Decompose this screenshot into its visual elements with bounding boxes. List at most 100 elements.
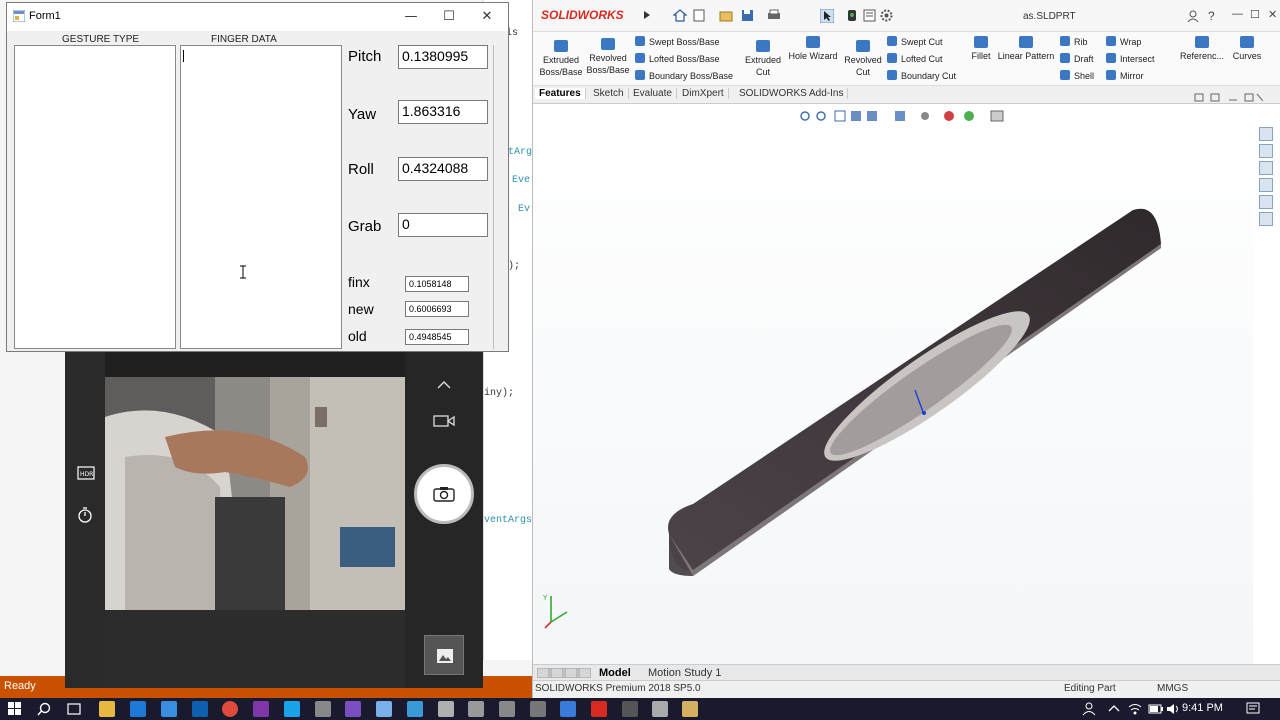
- video-icon[interactable]: [433, 414, 455, 428]
- finger-data-textbox[interactable]: [180, 45, 342, 349]
- reference-geometry-button[interactable]: Referenc...: [1177, 36, 1227, 62]
- timer-icon[interactable]: [77, 506, 95, 524]
- select-icon[interactable]: [820, 9, 834, 23]
- app-icon-d[interactable]: [468, 701, 484, 717]
- swept-boss-button[interactable]: Swept Boss/Base: [635, 36, 720, 47]
- wrap-button[interactable]: Wrap: [1106, 36, 1141, 47]
- app-icon-a[interactable]: [376, 701, 392, 717]
- open-folder-icon[interactable]: [719, 9, 733, 22]
- revolved-boss-button[interactable]: Revolved Boss/Base: [585, 38, 631, 76]
- yaw-field[interactable]: 1.863316: [398, 100, 488, 124]
- view-window-controls[interactable]: [1193, 92, 1263, 104]
- curves-button[interactable]: Curves: [1227, 36, 1267, 62]
- draft-button[interactable]: Draft: [1060, 53, 1094, 64]
- home-icon[interactable]: [673, 9, 687, 22]
- tab-evaluate[interactable]: Evaluate: [629, 88, 677, 99]
- pitch-field[interactable]: 0.1380995: [398, 45, 488, 69]
- battery-icon[interactable]: [1148, 703, 1164, 715]
- shutter-button[interactable]: [414, 464, 474, 524]
- file-explorer-icon[interactable]: [1259, 161, 1273, 175]
- leap-settings-icon[interactable]: [499, 701, 515, 717]
- washer-3d-model[interactable]: [653, 204, 1173, 584]
- skype-icon[interactable]: [284, 701, 300, 717]
- sw-units-text[interactable]: MMGS: [1157, 683, 1188, 694]
- roll-field[interactable]: 0.4324088: [398, 157, 488, 181]
- grab-field[interactable]: 0: [398, 213, 488, 237]
- file-explorer-taskbar-icon[interactable]: [99, 701, 115, 717]
- settings-gear-icon[interactable]: [315, 701, 331, 717]
- options-gear-icon[interactable]: [880, 9, 893, 22]
- tray-chevron-icon[interactable]: [1108, 704, 1120, 712]
- minimize-icon[interactable]: —: [1232, 8, 1243, 20]
- tab-model[interactable]: Model: [599, 667, 631, 679]
- hole-wizard-button[interactable]: Hole Wizard: [785, 36, 841, 62]
- app-icon-e[interactable]: [560, 701, 576, 717]
- new-document-icon[interactable]: [693, 9, 705, 22]
- finx-field[interactable]: 0.1058148: [405, 276, 469, 292]
- old-field[interactable]: 0.4948545: [405, 329, 469, 345]
- action-center-icon[interactable]: [1246, 702, 1260, 716]
- save-icon[interactable]: [741, 9, 754, 22]
- maximize-icon[interactable]: ☐: [1250, 8, 1260, 21]
- sw-task-pane-tabs[interactable]: [1255, 124, 1277, 244]
- boundary-cut-button[interactable]: Boundary Cut: [887, 70, 956, 81]
- network-icon[interactable]: [1128, 702, 1142, 716]
- help-icon[interactable]: ?: [1208, 9, 1215, 23]
- heads-up-view-toolbar[interactable]: [797, 108, 1027, 124]
- mirror-button[interactable]: Mirror: [1106, 70, 1144, 81]
- play-icon[interactable]: [643, 10, 651, 20]
- app-icon-f[interactable]: [652, 701, 668, 717]
- tab-dimxpert[interactable]: DimXpert: [678, 88, 729, 99]
- tab-sketch[interactable]: Sketch: [589, 88, 629, 99]
- maximize-button[interactable]: ☐: [430, 3, 468, 31]
- intersect-button[interactable]: Intersect: [1106, 53, 1155, 64]
- outlook-icon[interactable]: [192, 701, 208, 717]
- edge-icon[interactable]: [130, 701, 146, 717]
- volume-icon[interactable]: [1166, 702, 1180, 716]
- ie-icon[interactable]: [161, 701, 177, 717]
- tab-features[interactable]: Features: [535, 88, 586, 99]
- form1-titlebar[interactable]: Form1 — ☐ ✕: [7, 3, 508, 31]
- tab-scroll-arrows[interactable]: [537, 668, 591, 678]
- app-icon-b[interactable]: [407, 701, 423, 717]
- swept-cut-button[interactable]: Swept Cut: [887, 36, 943, 47]
- visual-studio-icon[interactable]: [345, 701, 361, 717]
- search-icon[interactable]: [37, 702, 51, 716]
- boundary-boss-button[interactable]: Boundary Boss/Base: [635, 70, 733, 81]
- gallery-button[interactable]: [424, 635, 464, 675]
- sw-graphics-area[interactable]: Y: [533, 93, 1263, 664]
- people-icon[interactable]: [1082, 702, 1096, 716]
- app-icon-c[interactable]: [438, 701, 454, 717]
- new-field[interactable]: 0.6006693: [405, 301, 469, 317]
- close-icon[interactable]: ✕: [1268, 8, 1277, 21]
- gesture-type-list[interactable]: [14, 45, 176, 349]
- user-icon[interactable]: [1187, 10, 1199, 22]
- lofted-cut-button[interactable]: Lofted Cut: [887, 53, 943, 64]
- linear-pattern-button[interactable]: Linear Pattern: [995, 36, 1057, 62]
- hdr-icon[interactable]: HDR: [77, 466, 95, 480]
- taskbar-clock[interactable]: 9:41 PM: [1182, 702, 1223, 714]
- file-properties-icon[interactable]: [863, 9, 876, 22]
- extruded-boss-button[interactable]: Extruded Boss/Base: [537, 40, 585, 78]
- solidworks-taskbar-icon[interactable]: [591, 701, 607, 717]
- minimize-button[interactable]: —: [392, 3, 430, 31]
- windows-start-icon[interactable]: [8, 702, 22, 716]
- resources-home-icon[interactable]: [1259, 127, 1273, 141]
- custom-properties-icon[interactable]: [1259, 212, 1273, 226]
- lofted-boss-button[interactable]: Lofted Boss/Base: [635, 53, 720, 64]
- revolved-cut-button[interactable]: Revolved Cut: [841, 40, 885, 78]
- view-palette-icon[interactable]: [1259, 178, 1273, 192]
- chevron-up-icon[interactable]: [436, 380, 452, 390]
- design-library-icon[interactable]: [1259, 144, 1273, 158]
- tab-motion-study[interactable]: Motion Study 1: [648, 667, 721, 679]
- appearances-icon[interactable]: [1259, 195, 1273, 209]
- fillet-button[interactable]: Fillet: [967, 36, 995, 62]
- tab-addins[interactable]: SOLIDWORKS Add-Ins: [735, 88, 849, 99]
- close-button[interactable]: ✕: [468, 3, 506, 31]
- onenote-icon[interactable]: [253, 701, 269, 717]
- shell-button[interactable]: Shell: [1060, 70, 1094, 81]
- settings-gear-icon-2[interactable]: [530, 701, 546, 717]
- traffic-light-icon[interactable]: [847, 9, 857, 22]
- rib-button[interactable]: Rib: [1060, 36, 1088, 47]
- extruded-cut-button[interactable]: Extruded Cut: [741, 40, 785, 78]
